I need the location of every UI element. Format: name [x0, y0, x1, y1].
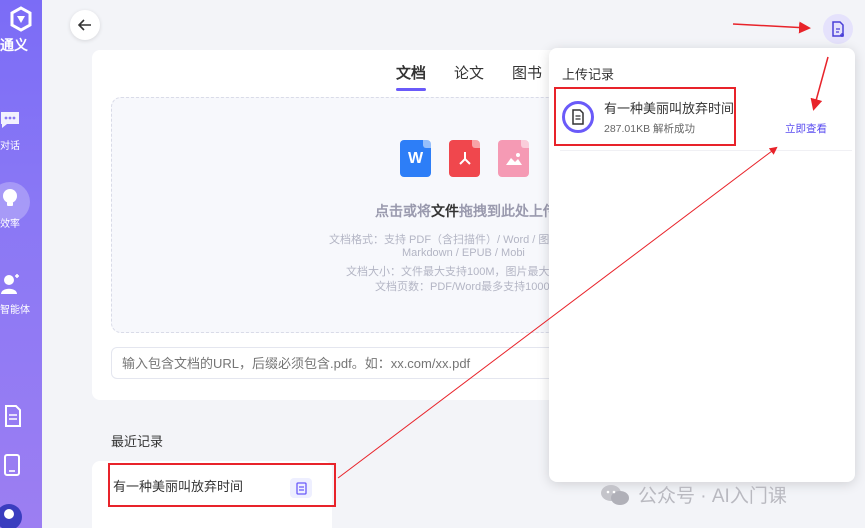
lightbulb-icon [3, 189, 17, 206]
size-hint: 文档大小：文件最大支持100M，图片最大支 [346, 266, 561, 278]
record-meta: 287.01KB 解析成功 [604, 121, 695, 136]
record-document-icon [562, 101, 594, 133]
dropzone-title: 点击或将文件拖拽到此处上传 [375, 203, 557, 219]
tab-document[interactable]: 文档 [396, 62, 427, 91]
pages-hint: 文档页数：PDF/Word最多支持1000页 [375, 281, 561, 293]
panel-title: 上传记录 [562, 67, 615, 82]
document-icon[interactable] [4, 405, 22, 427]
doc-type-tabs: 文档 论文 图书 [396, 62, 542, 91]
sidebar-item-agent[interactable]: 智能体 [0, 272, 42, 316]
tongyi-logo-icon [10, 6, 32, 32]
pdf-file-icon [449, 140, 480, 177]
tab-paper[interactable]: 论文 [454, 62, 484, 91]
word-file-icon: W [400, 140, 431, 177]
record-size: 287.01KB [604, 123, 651, 135]
recent-record-name: 有一种美丽叫放弃时间 [113, 478, 244, 494]
sidebar-item-label: 效率 [0, 219, 20, 230]
document-icon [295, 481, 307, 495]
sidebar: 通义 对话 效率 智能体 [0, 0, 42, 528]
file-upload-icon [832, 21, 844, 37]
record-status: 解析成功 [653, 123, 696, 135]
chat-bubble-icon [1, 112, 19, 128]
view-now-link[interactable]: 立即查看 [785, 121, 827, 136]
open-document-button[interactable] [290, 478, 312, 498]
arrow-left-icon [78, 19, 91, 31]
sidebar-item-label: 对话 [0, 141, 20, 152]
format-hint-2: Markdown / EPUB / Mobi [402, 247, 525, 259]
back-button[interactable] [70, 10, 100, 40]
record-name: 有一种美丽叫放弃时间 [604, 101, 735, 116]
watermark: 公众号 · AI入门课 [600, 481, 787, 508]
file-type-icons: W [400, 140, 529, 177]
url-input[interactable] [111, 347, 571, 379]
format-hint: 文档格式：支持 PDF（含扫描件）/ Word / 图片 [329, 234, 561, 246]
arrow-to-upload-button [732, 21, 811, 34]
sidebar-item-chat[interactable]: 对话 [0, 108, 42, 152]
recent-record-item[interactable]: 有一种美丽叫放弃时间 [108, 463, 336, 507]
watermark-text: 公众号 · AI入门课 [638, 486, 787, 507]
image-file-icon [498, 140, 529, 177]
agent-icon [1, 274, 19, 294]
tab-book[interactable]: 图书 [512, 62, 542, 91]
wechat-icon [601, 484, 629, 505]
divider [560, 150, 852, 151]
sidebar-item-label: 智能体 [0, 305, 30, 316]
upload-records-button[interactable] [823, 14, 853, 44]
tablet-icon[interactable] [4, 454, 20, 476]
recent-records-title: 最近记录 [111, 434, 164, 449]
brand-name: 通义 [0, 37, 28, 53]
user-avatar-icon[interactable] [0, 504, 22, 528]
brand-logo[interactable]: 通义 [0, 6, 42, 55]
sidebar-item-efficiency[interactable]: 效率 [0, 182, 42, 230]
